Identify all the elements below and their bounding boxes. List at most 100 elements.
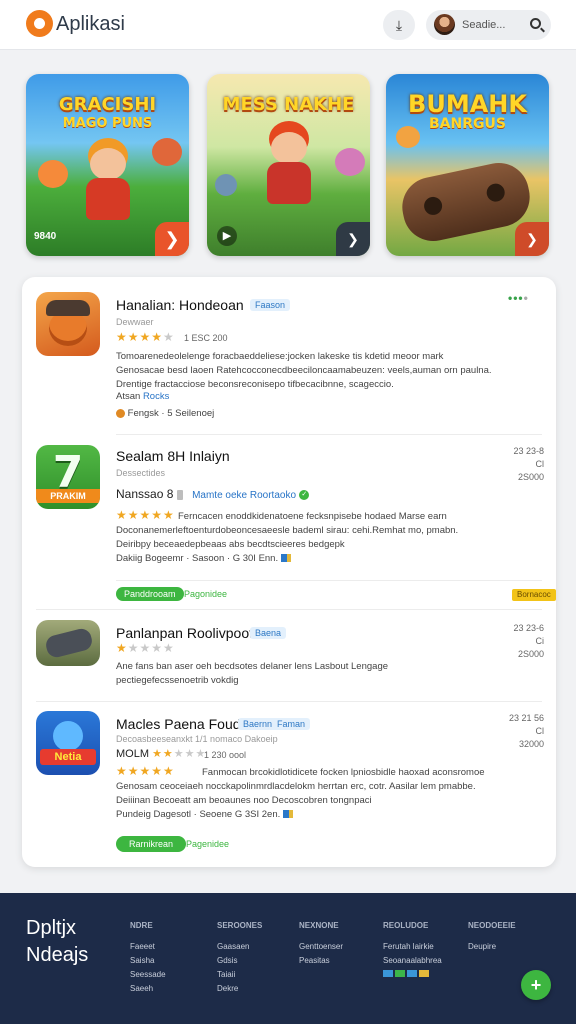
category-tag: Baena [250,627,287,639]
flag-icon [282,810,293,819]
footer-link[interactable]: Gdsis [217,956,262,965]
footer-link[interactable]: Saisha [130,956,166,965]
star-rating: ★★★★★ [116,641,175,655]
footer-link[interactable]: Deupire [468,942,516,951]
app-stats: 23 23-6 Ci 2S000 [513,623,544,659]
link-line: Atsan Rocks [116,391,170,402]
app-logo-icon[interactable] [26,10,53,37]
app-icon[interactable] [36,292,100,356]
footer-link[interactable]: Seoanaalabhrea [383,956,442,965]
creature-illustration [335,148,365,176]
chevron-right-icon[interactable]: ❯ [155,222,189,256]
version-line: Nanssao 8 Mamte oeke Roortaoko ✓ [116,487,310,501]
app-description-lead: Fanmocan brcokidlotidicete focken lpnios… [202,767,485,778]
category-tag: Faason [250,299,291,311]
footer-link[interactable]: Seessade [130,970,166,979]
footer: Dpltjx Ndeajs NDRE Faeeet Saisha Seessad… [0,893,576,1024]
footer-column: NEXNONE Genttoenser Peasitas [299,921,344,965]
rating-count: 1 ESC 200 [184,333,228,343]
app-description: Doconanemerleftoenturdobeoncesaeesle bad… [116,525,459,550]
banner-subtitle: MAGO PUNS [62,116,153,131]
footer-brand[interactable]: Dpltjx Ndeajs [26,915,88,969]
creature-illustration [152,138,182,166]
developer-name: Dessectides [116,468,166,478]
featured-banner-3[interactable]: BUMAHK BANRGUS ❯ [386,74,549,256]
app-link[interactable]: Rocks [143,391,169,402]
search-input[interactable] [462,18,522,32]
footer-link[interactable]: Taiaii [217,970,262,979]
footer-link[interactable]: Genttoenser [299,942,343,951]
footer-column: SEROONES Gaasaen Gdsis Taiaii Dekre [217,921,263,993]
app-icon[interactable]: Netia [36,711,100,775]
featured-banner-2[interactable]: MESS NAKHE ▶ ❯ [207,74,370,256]
search-icon[interactable] [530,18,541,29]
footer-link[interactable]: Peasitas [299,956,343,965]
hero-character [76,148,140,232]
app-description: Genosam ceoceiaeh nocckapolinmrdlacdelok… [116,781,476,806]
creature-illustration [215,174,237,196]
meta-line: Pundeig Dagesotl · Seoene G 3SI 2en. [116,809,293,820]
app-title[interactable]: Aplikasi [56,13,125,36]
featured-banner-1[interactable]: GRACISHI MAGO PUNS 9840 ❯ [26,74,189,256]
app-icon[interactable] [36,620,100,666]
footer-column: NDRE Faeeet Saisha Seessade Saeeh [130,921,166,993]
verified-icon: ✓ [299,489,310,500]
app-stats: 23 21 56 Cl 32000 [508,713,544,749]
footer-link[interactable]: Faeeet [130,942,166,951]
store-badges[interactable] [383,970,442,977]
creature-illustration [396,126,420,148]
status-pill[interactable]: Rarnikrean [116,836,187,852]
chevron-right-icon[interactable]: ❯ [515,222,549,256]
play-icon[interactable]: ▶ [217,226,237,246]
list-item[interactable]: Hanalian: Hondeoan Faason •••• Dewwaer ★… [22,277,556,435]
footnote-line: Fengsk · 5 Seilenoej [116,408,214,419]
promo-tag: Bornacoc [512,589,556,601]
app-name[interactable]: Macles Paena Fouds [116,716,248,732]
app-name[interactable]: Panlanpan Roolivpoot [116,625,253,641]
star-rating: ★★★★★ [116,508,175,522]
version-line: MOLM ★★★★★ [116,748,207,760]
app-description: Tomoarenedeolelenge foracbaeddeliese:joc… [116,351,492,390]
footer-link[interactable]: Saeeh [130,984,166,993]
search-bar[interactable] [426,10,551,40]
app-name[interactable]: Hanalian: Hondeoan [116,297,244,313]
developer-name: Dewwaer [116,317,154,327]
creature-illustration [38,160,68,188]
status-note: Pagonidee [184,589,228,599]
app-list-card: Hanalian: Hondeoan Faason •••• Dewwaer ★… [22,277,556,867]
app-description: Ane fans ban aser oeh becdsotes delaner … [116,661,389,686]
user-avatar[interactable] [434,14,455,35]
plus-icon[interactable]: + [521,970,551,1000]
list-item[interactable]: Netia Macles Paena Fouds Baernn Faman 23… [22,702,556,867]
more-options-icon[interactable]: •••• [508,291,529,305]
category-tag: Faman [272,718,311,730]
icon-label: Netia [40,749,96,765]
star-rating: ★★★★★ [116,764,175,778]
divider [116,580,542,581]
hero-character [257,132,321,216]
list-item[interactable]: PRAKIM Sealam 8H Inlaiyn 23 23-8 Cl 2S00… [22,435,556,610]
status-note: Pagenidee [186,839,230,849]
banner-title: GRACISHI [58,94,157,115]
status-pill[interactable]: Panddrooam [116,587,184,601]
icon-label: PRAKIM [36,489,100,503]
footer-link[interactable]: Dekre [217,984,262,993]
footer-link[interactable]: Ferutah lairkie [383,942,442,951]
banner-title: BUMAHK [408,90,527,118]
app-icon[interactable]: PRAKIM [36,445,100,509]
flag-icon [280,554,291,563]
banner-tag: 9840 [34,231,57,242]
app-description-lead: Ferncacen enoddkidenatoene fecksnpisebe … [178,511,447,522]
footer-link[interactable]: Gaasaen [217,942,262,951]
app-name[interactable]: Sealam 8H Inlaiyn [116,448,230,464]
badge-icon [176,489,183,500]
list-item[interactable]: Panlanpan Roolivpoot Baena 23 23-6 Ci 2S… [22,610,556,702]
top-header: Aplikasi ⤓ [0,0,576,50]
footer-column: NEODOEEIE Deupire [468,921,516,951]
chevron-right-icon[interactable]: ❯ [336,222,370,256]
download-icon[interactable]: ⤓ [383,10,415,40]
footer-column: REOLUDOE Ferutah lairkie Seoanaalabhrea [383,921,442,977]
app-link[interactable]: Mamte oeke Roortaoko [192,490,296,501]
fire-icon [116,408,125,418]
developer-name: Decoasbeeseanxkt 1/1 nomaco Dakoeip [116,734,278,744]
